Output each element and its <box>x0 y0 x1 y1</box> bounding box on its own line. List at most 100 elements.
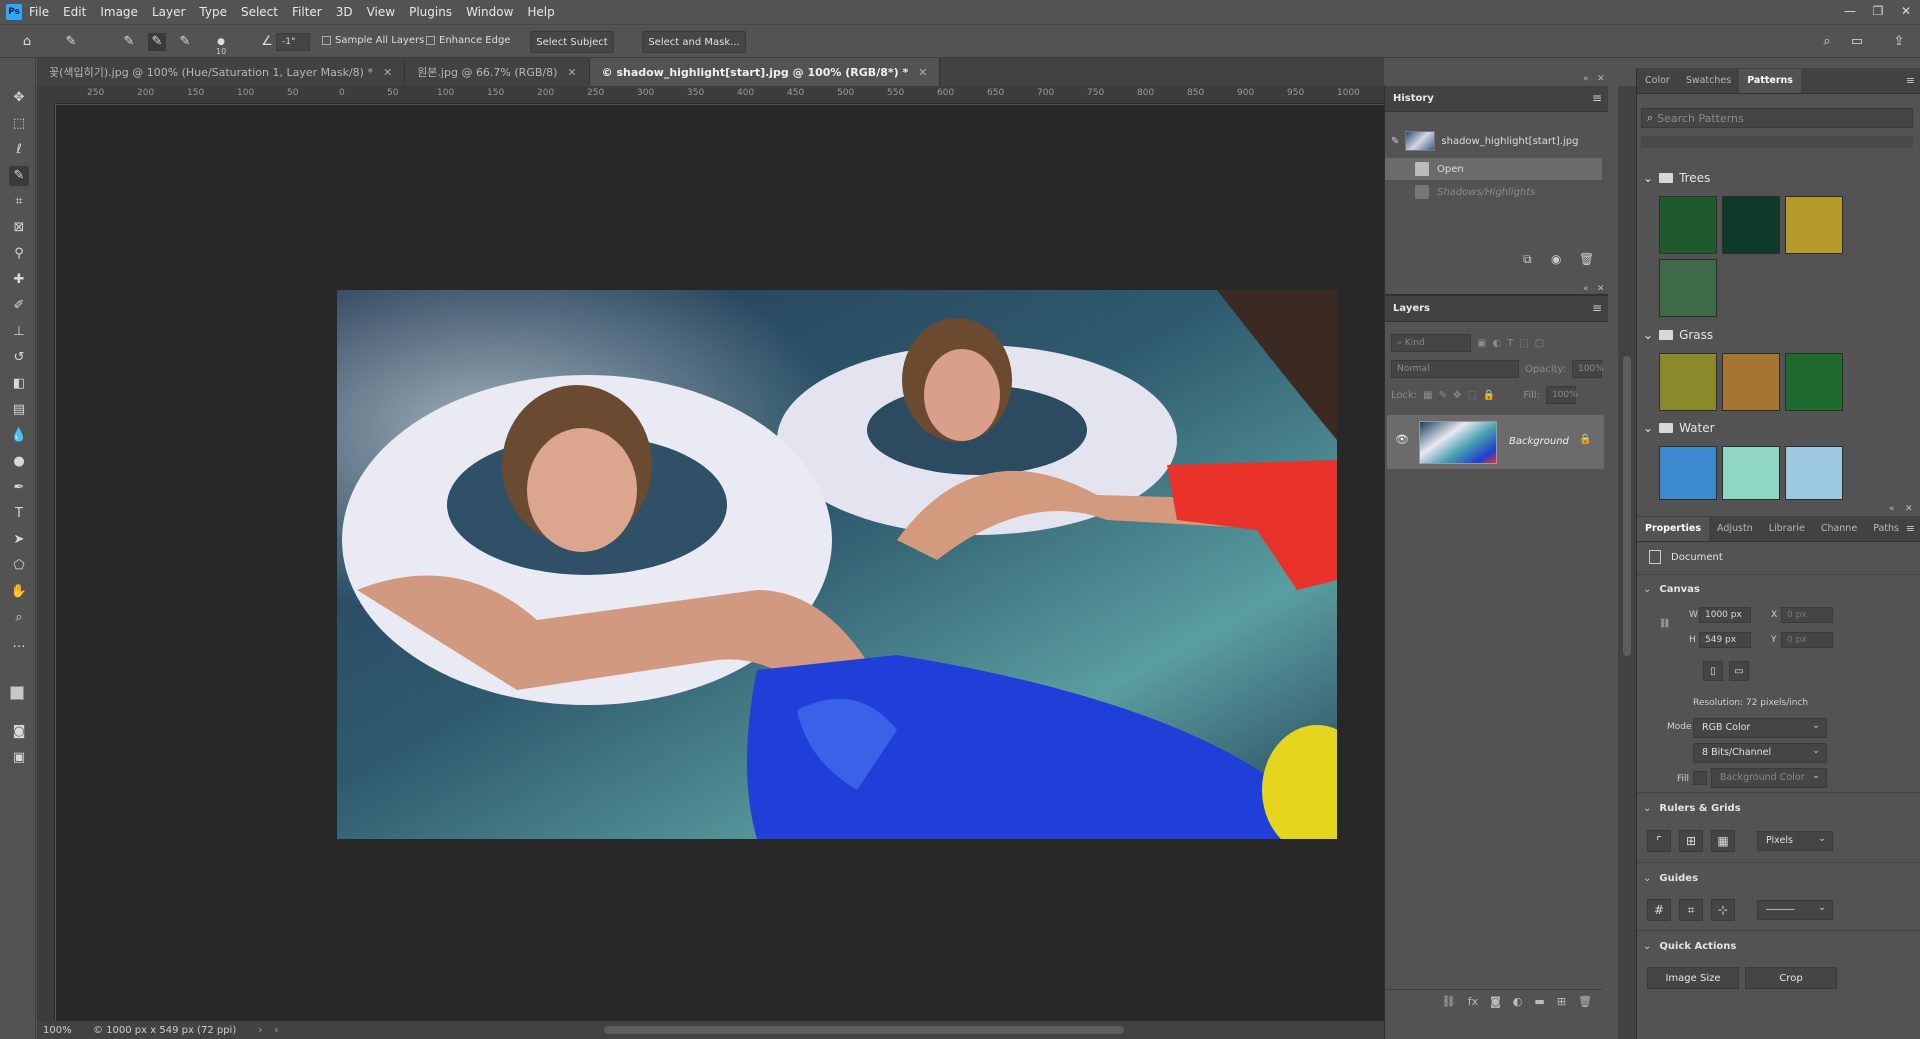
layer-visibility-eye-icon[interactable]: 👁 <box>1395 433 1409 446</box>
delete-layer-icon[interactable]: 🗑 <box>1578 995 1592 1008</box>
layer-name[interactable]: Background <box>1509 436 1569 447</box>
rulers-grids-section-header[interactable]: ⌄ Rulers & Grids <box>1643 803 1741 814</box>
tab-properties[interactable]: Properties <box>1637 517 1709 541</box>
x-field[interactable]: 0 px <box>1781 607 1833 623</box>
share-icon[interactable]: ⇪ <box>1890 33 1908 51</box>
healing-brush-tool-icon[interactable]: ✚ <box>9 270 29 290</box>
blur-tool-icon[interactable]: 💧 <box>9 426 29 446</box>
lock-transparency-icon[interactable]: ▦ <box>1423 390 1432 401</box>
tab-paths[interactable]: Paths <box>1865 517 1907 541</box>
guide-style-select[interactable]: ――― <box>1757 899 1833 920</box>
fill-color-swatch[interactable] <box>1693 771 1707 785</box>
close-panel-icon[interactable]: ✕ <box>1905 504 1913 514</box>
menu-window[interactable]: Window <box>459 5 520 19</box>
collapse-panel-icon[interactable]: « <box>1889 504 1895 514</box>
select-subject-button[interactable]: Select Subject <box>530 31 614 53</box>
pattern-swatch-trees-3[interactable] <box>1785 196 1843 254</box>
pattern-slider[interactable] <box>1641 136 1913 148</box>
tab-libraries[interactable]: Librarie <box>1761 517 1813 541</box>
history-brush-tool-icon[interactable]: ↺ <box>9 348 29 368</box>
select-and-mask-button[interactable]: Select and Mask... <box>642 31 746 53</box>
workspace-icon[interactable]: ▭ <box>1848 33 1866 51</box>
status-arrow-icon[interactable]: › <box>258 1025 262 1036</box>
pattern-group-trees[interactable]: ⌄ Trees <box>1643 168 1905 188</box>
delete-state-icon[interactable]: 🗑 <box>1579 252 1594 266</box>
filter-shape-icon[interactable]: ⬚ <box>1519 338 1528 349</box>
quick-mask-icon[interactable]: ◙ <box>9 722 29 742</box>
close-tab-icon[interactable]: ✕ <box>918 66 927 79</box>
panel-menu-icon[interactable]: ≡ <box>1906 522 1915 535</box>
add-to-selection-icon[interactable]: ✎ <box>148 33 166 51</box>
type-tool-icon[interactable]: T <box>9 504 29 524</box>
history-item-open[interactable]: Open <box>1385 158 1602 180</box>
shape-tool-icon[interactable]: ⬠ <box>9 556 29 576</box>
panel-menu-icon[interactable]: ≡ <box>1592 91 1602 105</box>
pattern-swatch-water-2[interactable] <box>1722 446 1780 500</box>
layer-row-background[interactable]: 👁 Background 🔒 <box>1387 415 1604 469</box>
clone-stamp-tool-icon[interactable]: ⊥ <box>9 322 29 342</box>
quick-selection-preset-icon[interactable]: ✎ <box>62 33 80 51</box>
filter-adjustment-icon[interactable]: ◐ <box>1492 338 1501 349</box>
minimize-icon[interactable]: — <box>1836 0 1864 24</box>
fill-select[interactable]: Background Color <box>1711 767 1827 788</box>
filter-type-icon[interactable]: T <box>1507 338 1513 349</box>
zoom-tool-icon[interactable]: ⌕ <box>9 608 29 628</box>
tab-adjustments[interactable]: Adjustn <box>1709 517 1761 541</box>
quick-actions-section-header[interactable]: ⌄ Quick Actions <box>1643 941 1736 952</box>
scroll-left-icon[interactable]: ‹ <box>274 1025 278 1036</box>
pattern-swatch-grass-2[interactable] <box>1722 353 1780 411</box>
pattern-search-input[interactable]: ⌕ Search Patterns <box>1641 108 1913 128</box>
pen-tool-icon[interactable]: ✒ <box>9 478 29 498</box>
angle-field[interactable]: -1° <box>276 33 310 51</box>
quick-selection-tool-icon[interactable]: ✎ <box>9 166 29 186</box>
menu-select[interactable]: Select <box>234 5 285 19</box>
pattern-swatch-trees-2[interactable] <box>1722 196 1780 254</box>
menu-layer[interactable]: Layer <box>145 5 192 19</box>
menu-3d[interactable]: 3D <box>329 5 360 19</box>
sample-all-layers-checkbox[interactable]: Sample All Layers <box>322 35 424 46</box>
layer-kind-filter[interactable]: ⌕ Kind <box>1391 334 1471 352</box>
menu-image[interactable]: Image <box>93 5 145 19</box>
close-tab-icon[interactable]: ✕ <box>383 66 392 79</box>
menu-plugins[interactable]: Plugins <box>402 5 459 19</box>
guides-from-shape-icon[interactable]: ⊹ <box>1711 899 1735 921</box>
crop-tool-icon[interactable]: ⌗ <box>9 192 29 212</box>
frame-tool-icon[interactable]: ⊠ <box>9 218 29 238</box>
history-item-shadows-highlights[interactable]: Shadows/Highlights <box>1385 181 1602 203</box>
canvas-section-header[interactable]: ⌄ Canvas <box>1643 584 1700 595</box>
opacity-field[interactable]: 100% <box>1572 360 1604 378</box>
lock-position-icon[interactable]: ✥ <box>1453 390 1461 401</box>
layer-lock-icon[interactable]: 🔒 <box>1579 434 1591 445</box>
tab-patterns[interactable]: Patterns <box>1739 69 1801 93</box>
document-info[interactable]: © 1000 px x 549 px (72 ppi) <box>93 1025 236 1036</box>
menu-help[interactable]: Help <box>520 5 561 19</box>
ruler-toggle-icon[interactable]: ⌜ <box>1647 830 1671 852</box>
close-icon[interactable]: ✕ <box>1892 0 1920 24</box>
panel-menu-icon[interactable]: ≡ <box>1906 74 1915 87</box>
new-guide-icon[interactable]: ⌗ <box>1679 899 1703 921</box>
tab-document-1[interactable]: 꽃(색입히기).jpg @ 100% (Hue/Saturation 1, La… <box>37 58 406 86</box>
hand-tool-icon[interactable]: ✋ <box>9 582 29 602</box>
pattern-swatch-trees-1[interactable] <box>1659 196 1717 254</box>
adjustment-layer-icon[interactable]: ◐ <box>1513 995 1523 1008</box>
document-image[interactable] <box>337 290 1337 839</box>
width-field[interactable]: 1000 px <box>1699 607 1751 623</box>
eyedropper-tool-icon[interactable]: ⚲ <box>9 244 29 264</box>
blend-mode-select[interactable]: Normal <box>1391 360 1519 378</box>
menu-file[interactable]: File <box>22 5 56 19</box>
crop-button[interactable]: Crop <box>1745 967 1837 989</box>
tab-color[interactable]: Color <box>1637 69 1678 93</box>
portrait-orientation-icon[interactable]: ▯ <box>1703 661 1723 681</box>
tab-document-3[interactable]: © shadow_highlight[start].jpg @ 100% (RG… <box>589 58 941 86</box>
dodge-tool-icon[interactable]: ● <box>9 452 29 472</box>
home-icon[interactable]: ⌂ <box>18 33 36 51</box>
mode-select[interactable]: RGB Color <box>1693 717 1827 738</box>
add-mask-icon[interactable]: ◙ <box>1490 995 1501 1008</box>
tab-swatches[interactable]: Swatches <box>1678 69 1739 93</box>
pattern-swatch-trees-4[interactable] <box>1659 259 1717 317</box>
zoom-level[interactable]: 100% <box>43 1025 93 1036</box>
menu-type[interactable]: Type <box>192 5 234 19</box>
layer-style-icon[interactable]: fx <box>1468 995 1478 1008</box>
move-tool-icon[interactable]: ✥ <box>9 88 29 108</box>
guides-section-header[interactable]: ⌄ Guides <box>1643 873 1698 884</box>
